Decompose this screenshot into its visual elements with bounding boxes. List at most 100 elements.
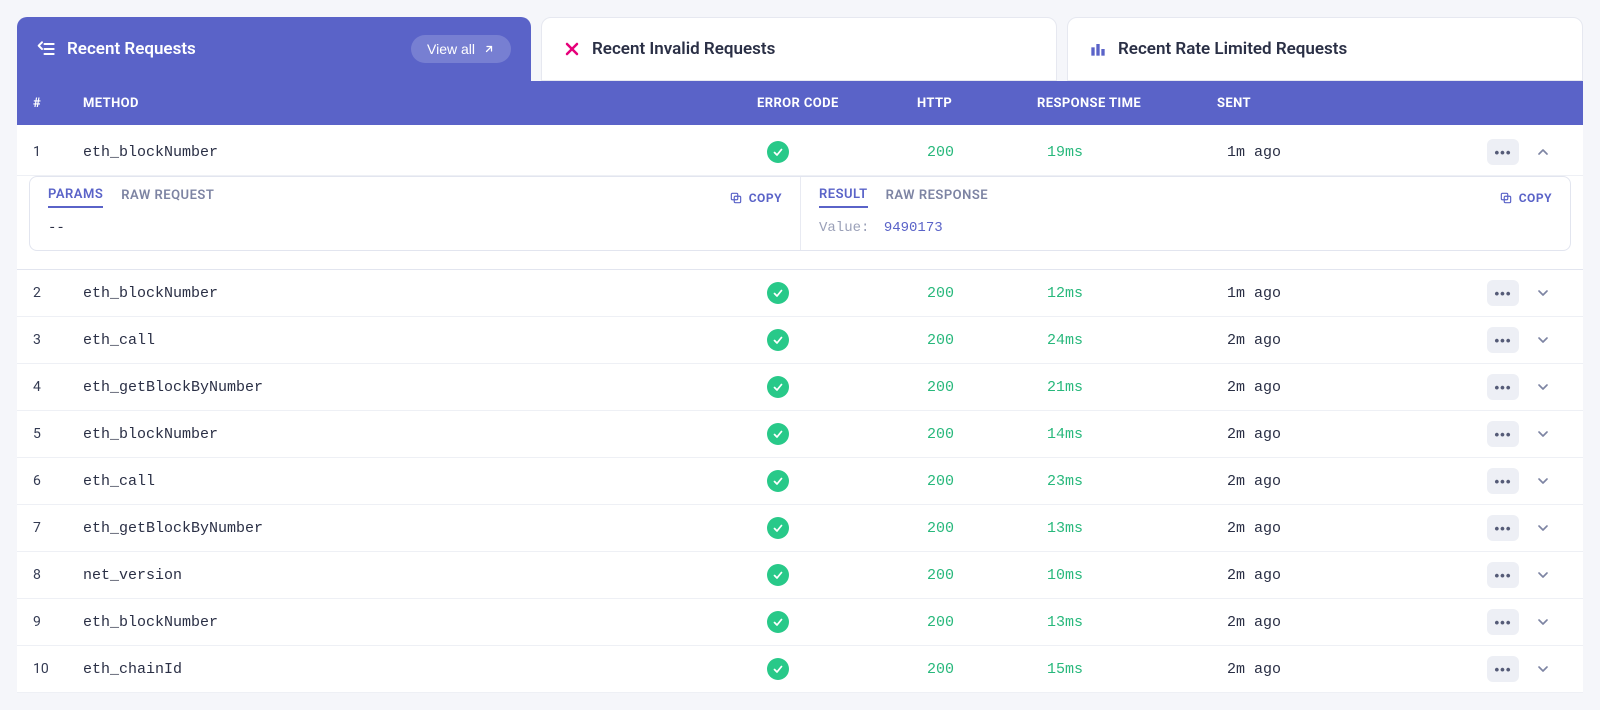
row-index: 9 [33,614,83,630]
chevron-down-icon[interactable] [1527,562,1559,588]
row-sent: 1m ago [1227,285,1487,302]
row-actions-button[interactable]: ••• [1487,327,1519,353]
copy-button[interactable]: COPY [729,191,782,205]
table-row[interactable]: 3eth_call20024ms2m ago••• [17,317,1583,364]
copy-button[interactable]: COPY [1499,191,1552,205]
row-actions-button[interactable]: ••• [1487,280,1519,306]
row-response-time: 15ms [1047,661,1227,678]
chevron-down-icon[interactable] [1527,515,1559,541]
row-actions-button[interactable]: ••• [1487,562,1519,588]
chevron-down-icon[interactable] [1527,609,1559,635]
row-http: 200 [927,567,1047,584]
row-index: 2 [33,285,83,301]
row-actions-button[interactable]: ••• [1487,374,1519,400]
row-sent: 2m ago [1227,661,1487,678]
success-check-icon [767,611,789,633]
params-body: -- [48,220,782,236]
row-sent: 2m ago [1227,614,1487,631]
subtab-params[interactable]: PARAMS [48,187,103,208]
success-check-icon [767,329,789,351]
copy-icon [729,191,743,205]
table-row[interactable]: 8net_version20010ms2m ago••• [17,552,1583,599]
success-check-icon [767,423,789,445]
row-method: eth_blockNumber [83,614,767,631]
table-row[interactable]: 7eth_getBlockByNumber20013ms2m ago••• [17,505,1583,552]
row-index: 8 [33,567,83,583]
row-sent: 2m ago [1227,520,1487,537]
row-method: eth_chainId [83,661,767,678]
row-actions-button[interactable]: ••• [1487,139,1519,165]
chevron-down-icon[interactable] [1527,656,1559,682]
success-check-icon [767,658,789,680]
row-http: 200 [927,520,1047,537]
result-value: 9490173 [884,220,943,236]
row-http: 200 [927,285,1047,302]
row-sent: 2m ago [1227,379,1487,396]
chevron-down-icon[interactable] [1527,280,1559,306]
requests-icon [37,39,57,59]
row-error [767,470,927,492]
row-error [767,517,927,539]
col-http: HTTP [917,96,1037,111]
table-row[interactable]: 5eth_blockNumber20014ms2m ago••• [17,411,1583,458]
subtab-raw-response[interactable]: RAW RESPONSE [886,188,989,207]
row-sent: 2m ago [1227,426,1487,443]
tab-label: Recent Invalid Requests [592,39,775,59]
tab-invalid-requests[interactable]: Recent Invalid Requests [541,17,1057,81]
row-index: 6 [33,473,83,489]
row-actions-button[interactable]: ••• [1487,515,1519,541]
row-method: eth_getBlockByNumber [83,520,767,537]
row-http: 200 [927,379,1047,396]
row-response-time: 12ms [1047,285,1227,302]
row-method: eth_call [83,473,767,490]
table-row[interactable]: 6eth_call20023ms2m ago••• [17,458,1583,505]
row-response-time: 14ms [1047,426,1227,443]
row-response-time: 19ms [1047,144,1227,161]
table-row[interactable]: 10eth_chainId20015ms2m ago••• [17,646,1583,693]
row-http: 200 [927,426,1047,443]
view-all-button[interactable]: View all [411,35,511,63]
request-panel: PARAMS RAW REQUEST COPY -- [30,177,800,250]
col-method: METHOD [83,96,757,111]
row-actions-button[interactable]: ••• [1487,468,1519,494]
chevron-down-icon[interactable] [1527,327,1559,353]
tab-recent-requests[interactable]: Recent Requests View all [17,17,531,81]
chevron-down-icon[interactable] [1527,421,1559,447]
rate-limited-icon [1088,39,1108,59]
row-method: eth_call [83,332,767,349]
row-sent: 2m ago [1227,473,1487,490]
row-http: 200 [927,614,1047,631]
success-check-icon [767,141,789,163]
subtab-raw-request[interactable]: RAW REQUEST [121,188,214,207]
row-error [767,611,927,633]
table-row[interactable]: 9eth_blockNumber 20013ms2m ago••• [17,599,1583,646]
tab-rate-limited-requests[interactable]: Recent Rate Limited Requests [1067,17,1583,81]
row-index: 1 [33,144,83,160]
row-error [767,329,927,351]
row-response-time: 10ms [1047,567,1227,584]
row-error [767,564,927,586]
tab-label: Recent Rate Limited Requests [1118,39,1347,59]
result-label: Value: [819,220,869,236]
row-sent: 2m ago [1227,567,1487,584]
table-row[interactable]: 2eth_blockNumber 20012ms1m ago••• [17,270,1583,317]
table-header: # METHOD ERROR CODE HTTP RESPONSE TIME S… [17,81,1583,125]
subtab-result[interactable]: RESULT [819,187,868,208]
table-body: 1eth_blockNumber20019ms1m ago•••PARAMSRA… [17,125,1583,693]
row-error [767,423,927,445]
row-actions-button[interactable]: ••• [1487,421,1519,447]
tab-label: Recent Requests [67,39,196,59]
table-row[interactable]: 1eth_blockNumber20019ms1m ago••• [17,129,1583,176]
success-check-icon [767,517,789,539]
row-method: eth_getBlockByNumber [83,379,767,396]
success-check-icon [767,470,789,492]
row-method: eth_blockNumber [83,285,767,302]
expanded-panel: PARAMS RAW REQUEST COPY -- RESULT RAW RESPONS… [29,176,1571,251]
row-actions-button[interactable]: ••• [1487,656,1519,682]
chevron-down-icon[interactable] [1527,374,1559,400]
chevron-down-icon[interactable] [1527,468,1559,494]
row-response-time: 13ms [1047,614,1227,631]
chevron-up-icon[interactable] [1527,139,1559,165]
row-actions-button[interactable]: ••• [1487,609,1519,635]
table-row[interactable]: 4eth_getBlockByNumber20021ms2m ago••• [17,364,1583,411]
